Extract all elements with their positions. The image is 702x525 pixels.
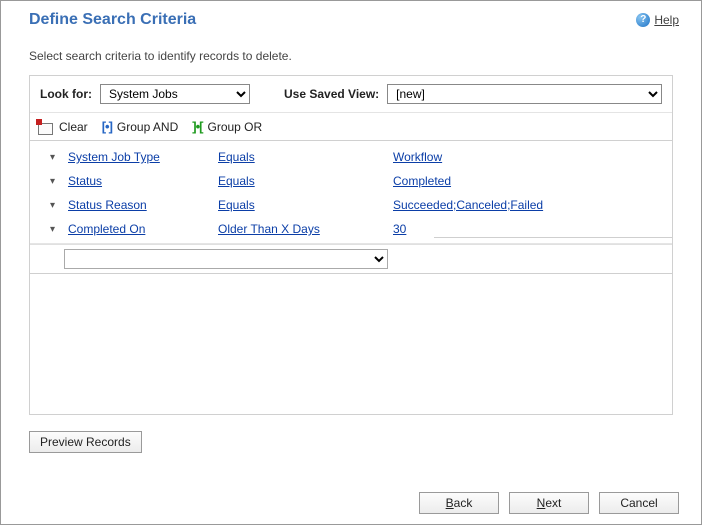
group-or-icon: ]•[: [192, 119, 202, 134]
group-or-button[interactable]: ]•[ Group OR: [192, 119, 262, 134]
row-divider: [434, 237, 672, 238]
value-link[interactable]: Succeeded;Canceled;Failed: [393, 198, 543, 212]
field-link[interactable]: System Job Type: [68, 150, 218, 164]
chevron-down-icon[interactable]: ▾: [50, 152, 62, 163]
page-title: Define Search Criteria: [29, 11, 196, 29]
panel-spacer: [30, 274, 672, 414]
help-link[interactable]: ? Help: [636, 13, 679, 27]
help-icon: ?: [636, 13, 650, 27]
clear-icon: [38, 120, 54, 134]
new-criteria-row: [30, 244, 672, 274]
panel-top-row: Look for: System Jobs Use Saved View: [n…: [30, 76, 672, 113]
criteria-row: ▾ Status Reason Equals Succeeded;Cancele…: [30, 193, 672, 217]
group-and-button[interactable]: [•] Group AND: [102, 119, 179, 134]
next-button[interactable]: Next: [509, 492, 589, 514]
field-link[interactable]: Status: [68, 174, 218, 188]
savedview-label: Use Saved View:: [284, 87, 379, 101]
group-and-icon: [•]: [102, 119, 112, 134]
footer-buttons: Back Next Cancel: [419, 492, 679, 514]
clear-button[interactable]: Clear: [38, 120, 88, 134]
group-or-label: Group OR: [207, 120, 262, 134]
chevron-down-icon[interactable]: ▾: [50, 224, 62, 235]
criteria-row: ▾ Status Equals Completed: [30, 169, 672, 193]
value-link[interactable]: 30: [393, 222, 406, 236]
lookfor-label: Look for:: [40, 87, 92, 101]
operator-link[interactable]: Equals: [218, 174, 393, 188]
back-button[interactable]: Back: [419, 492, 499, 514]
criteria-grid: ▾ System Job Type Equals Workflow ▾ Stat…: [30, 141, 672, 274]
savedview-select[interactable]: [new]: [387, 84, 662, 104]
operator-link[interactable]: Equals: [218, 150, 393, 164]
toolbar: Clear [•] Group AND ]•[ Group OR: [30, 113, 672, 141]
group-and-label: Group AND: [117, 120, 178, 134]
chevron-down-icon[interactable]: ▾: [50, 200, 62, 211]
instruction-text: Select search criteria to identify recor…: [1, 33, 701, 75]
chevron-down-icon[interactable]: ▾: [50, 176, 62, 187]
cancel-button[interactable]: Cancel: [599, 492, 679, 514]
preview-records-button[interactable]: Preview Records: [29, 431, 142, 453]
value-link[interactable]: Completed: [393, 174, 451, 188]
new-field-select[interactable]: [64, 249, 388, 269]
value-link[interactable]: Workflow: [393, 150, 442, 164]
operator-link[interactable]: Older Than X Days: [218, 222, 393, 236]
criteria-row: ▾ Completed On Older Than X Days 30: [30, 217, 672, 241]
field-link[interactable]: Completed On: [68, 222, 218, 236]
operator-link[interactable]: Equals: [218, 198, 393, 212]
criteria-panel: Look for: System Jobs Use Saved View: [n…: [29, 75, 673, 415]
help-label: Help: [654, 13, 679, 27]
field-link[interactable]: Status Reason: [68, 198, 218, 212]
criteria-row: ▾ System Job Type Equals Workflow: [30, 145, 672, 169]
lookfor-select[interactable]: System Jobs: [100, 84, 250, 104]
clear-label: Clear: [59, 120, 88, 134]
